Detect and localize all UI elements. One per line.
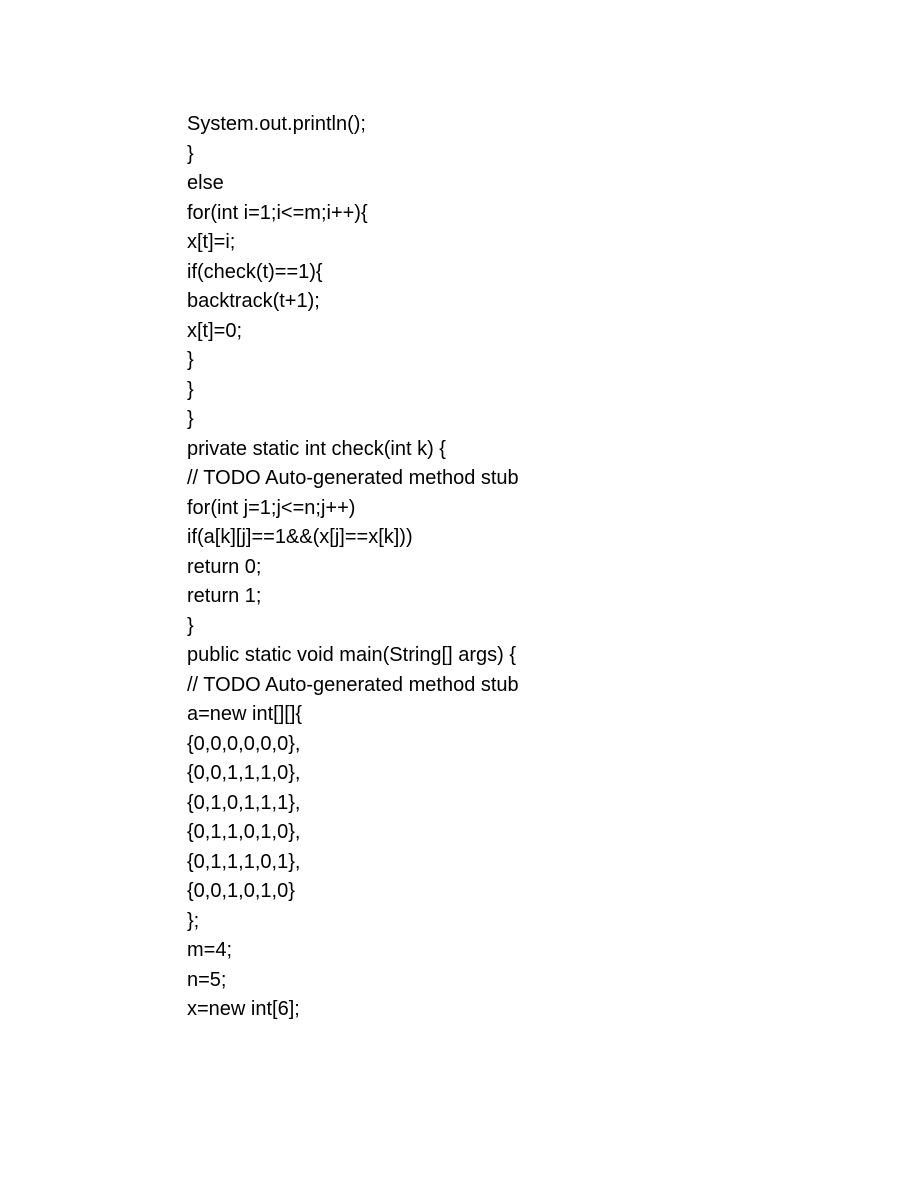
code-line: System.out.println(); (187, 110, 820, 140)
code-line: } (187, 140, 820, 170)
code-line: if(a[k][j]==1&&(x[j]==x[k])) (187, 523, 820, 553)
code-line: x[t]=0; (187, 317, 820, 347)
code-line: return 1; (187, 582, 820, 612)
code-line: x[t]=i; (187, 228, 820, 258)
code-line: // TODO Auto-generated method stub (187, 671, 820, 701)
code-line: } (187, 376, 820, 406)
code-line: m=4; (187, 936, 820, 966)
code-line: x=new int[6]; (187, 995, 820, 1025)
code-line: {0,1,1,1,0,1}, (187, 848, 820, 878)
code-line: backtrack(t+1); (187, 287, 820, 317)
code-line: } (187, 405, 820, 435)
code-line: {0,0,1,0,1,0} (187, 877, 820, 907)
code-line: // TODO Auto-generated method stub (187, 464, 820, 494)
code-line: for(int j=1;j<=n;j++) (187, 494, 820, 524)
code-line: a=new int[][]{ (187, 700, 820, 730)
code-line: }; (187, 907, 820, 937)
code-line: } (187, 346, 820, 376)
code-line: } (187, 612, 820, 642)
code-line: {0,0,1,1,1,0}, (187, 759, 820, 789)
code-line: n=5; (187, 966, 820, 996)
code-line: public static void main(String[] args) { (187, 641, 820, 671)
code-line: else (187, 169, 820, 199)
code-line: if(check(t)==1){ (187, 258, 820, 288)
code-line: {0,0,0,0,0,0}, (187, 730, 820, 760)
code-line: return 0; (187, 553, 820, 583)
code-line: private static int check(int k) { (187, 435, 820, 465)
code-line: {0,1,1,0,1,0}, (187, 818, 820, 848)
code-line: {0,1,0,1,1,1}, (187, 789, 820, 819)
code-line: for(int i=1;i<=m;i++){ (187, 199, 820, 229)
document-page: System.out.println(); } else for(int i=1… (0, 0, 920, 1025)
